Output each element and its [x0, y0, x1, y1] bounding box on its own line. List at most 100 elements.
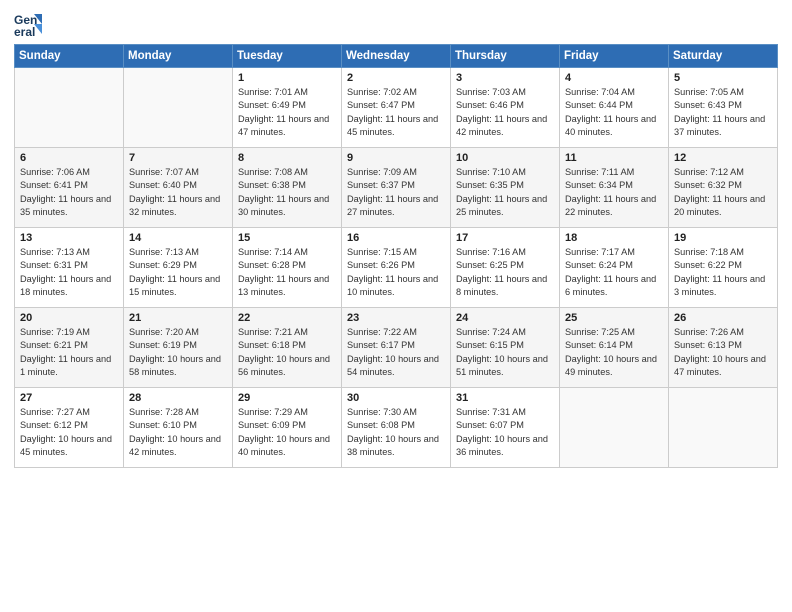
day-info: Sunrise: 7:20 AM Sunset: 6:19 PM Dayligh…	[129, 326, 227, 379]
day-info: Sunrise: 7:08 AM Sunset: 6:38 PM Dayligh…	[238, 166, 336, 219]
day-info: Sunrise: 7:31 AM Sunset: 6:07 PM Dayligh…	[456, 406, 554, 459]
day-info: Sunrise: 7:05 AM Sunset: 6:43 PM Dayligh…	[674, 86, 772, 139]
header: Gen eral	[14, 10, 778, 38]
weekday-row: SundayMondayTuesdayWednesdayThursdayFrid…	[15, 45, 778, 68]
day-info: Sunrise: 7:06 AM Sunset: 6:41 PM Dayligh…	[20, 166, 118, 219]
calendar-cell: 6 Sunrise: 7:06 AM Sunset: 6:41 PM Daylig…	[15, 148, 124, 228]
day-info: Sunrise: 7:14 AM Sunset: 6:28 PM Dayligh…	[238, 246, 336, 299]
day-number: 15	[238, 232, 336, 244]
calendar-cell: 13 Sunrise: 7:13 AM Sunset: 6:31 PM Dayli…	[15, 228, 124, 308]
day-number: 19	[674, 232, 772, 244]
day-number: 14	[129, 232, 227, 244]
day-number: 24	[456, 312, 554, 324]
day-number: 31	[456, 392, 554, 404]
day-info: Sunrise: 7:17 AM Sunset: 6:24 PM Dayligh…	[565, 246, 663, 299]
day-number: 18	[565, 232, 663, 244]
day-number: 3	[456, 72, 554, 84]
day-info: Sunrise: 7:16 AM Sunset: 6:25 PM Dayligh…	[456, 246, 554, 299]
day-number: 28	[129, 392, 227, 404]
day-number: 5	[674, 72, 772, 84]
calendar-cell: 18 Sunrise: 7:17 AM Sunset: 6:24 PM Dayli…	[560, 228, 669, 308]
calendar-cell: 21 Sunrise: 7:20 AM Sunset: 6:19 PM Dayli…	[124, 308, 233, 388]
day-info: Sunrise: 7:21 AM Sunset: 6:18 PM Dayligh…	[238, 326, 336, 379]
calendar-cell: 2Sunrise: 7:02 AM Sunset: 6:47 PM Daylig…	[342, 68, 451, 148]
day-info: Sunrise: 7:29 AM Sunset: 6:09 PM Dayligh…	[238, 406, 336, 459]
day-info: Sunrise: 7:27 AM Sunset: 6:12 PM Dayligh…	[20, 406, 118, 459]
calendar-cell: 10 Sunrise: 7:10 AM Sunset: 6:35 PM Dayli…	[451, 148, 560, 228]
day-info: Sunrise: 7:13 AM Sunset: 6:29 PM Dayligh…	[129, 246, 227, 299]
calendar-cell: 16 Sunrise: 7:15 AM Sunset: 6:26 PM Dayli…	[342, 228, 451, 308]
day-number: 26	[674, 312, 772, 324]
calendar-cell: 12Sunrise: 7:12 AM Sunset: 6:32 PM Dayli…	[669, 148, 778, 228]
day-info: Sunrise: 7:07 AM Sunset: 6:40 PM Dayligh…	[129, 166, 227, 219]
calendar-cell: 15 Sunrise: 7:14 AM Sunset: 6:28 PM Dayli…	[233, 228, 342, 308]
calendar-cell: 30 Sunrise: 7:30 AM Sunset: 6:08 PM Dayli…	[342, 388, 451, 468]
logo: Gen eral	[14, 10, 45, 38]
day-number: 13	[20, 232, 118, 244]
day-number: 16	[347, 232, 445, 244]
day-number: 9	[347, 152, 445, 164]
calendar-cell: 25Sunrise: 7:25 AM Sunset: 6:14 PM Dayli…	[560, 308, 669, 388]
day-number: 17	[456, 232, 554, 244]
weekday-header-thursday: Thursday	[451, 45, 560, 68]
day-info: Sunrise: 7:10 AM Sunset: 6:35 PM Dayligh…	[456, 166, 554, 219]
day-number: 6	[20, 152, 118, 164]
weekday-header-tuesday: Tuesday	[233, 45, 342, 68]
calendar-cell: 26 Sunrise: 7:26 AM Sunset: 6:13 PM Dayli…	[669, 308, 778, 388]
weekday-header-friday: Friday	[560, 45, 669, 68]
day-info: Sunrise: 7:26 AM Sunset: 6:13 PM Dayligh…	[674, 326, 772, 379]
weekday-header-sunday: Sunday	[15, 45, 124, 68]
day-number: 8	[238, 152, 336, 164]
calendar-cell: 5 Sunrise: 7:05 AM Sunset: 6:43 PM Daylig…	[669, 68, 778, 148]
day-info: Sunrise: 7:30 AM Sunset: 6:08 PM Dayligh…	[347, 406, 445, 459]
day-number: 4	[565, 72, 663, 84]
day-number: 10	[456, 152, 554, 164]
calendar-cell	[669, 388, 778, 468]
day-info: Sunrise: 7:22 AM Sunset: 6:17 PM Dayligh…	[347, 326, 445, 379]
calendar-cell: 27 Sunrise: 7:27 AM Sunset: 6:12 PM Dayli…	[15, 388, 124, 468]
weekday-header-wednesday: Wednesday	[342, 45, 451, 68]
calendar-cell: 22 Sunrise: 7:21 AM Sunset: 6:18 PM Dayli…	[233, 308, 342, 388]
day-number: 7	[129, 152, 227, 164]
day-info: Sunrise: 7:18 AM Sunset: 6:22 PM Dayligh…	[674, 246, 772, 299]
calendar-table: SundayMondayTuesdayWednesdayThursdayFrid…	[14, 44, 778, 468]
calendar-cell: 4Sunrise: 7:04 AM Sunset: 6:44 PM Daylig…	[560, 68, 669, 148]
calendar-body: 1 Sunrise: 7:01 AM Sunset: 6:49 PM Daylig…	[15, 68, 778, 468]
day-info: Sunrise: 7:03 AM Sunset: 6:46 PM Dayligh…	[456, 86, 554, 139]
weekday-header-monday: Monday	[124, 45, 233, 68]
day-number: 23	[347, 312, 445, 324]
calendar-week-1: 1 Sunrise: 7:01 AM Sunset: 6:49 PM Daylig…	[15, 68, 778, 148]
day-info: Sunrise: 7:02 AM Sunset: 6:47 PM Dayligh…	[347, 86, 445, 139]
calendar-page: Gen eral SundayMondayTuesdayWednesdayThu…	[0, 0, 792, 612]
calendar-week-5: 27 Sunrise: 7:27 AM Sunset: 6:12 PM Dayli…	[15, 388, 778, 468]
day-info: Sunrise: 7:13 AM Sunset: 6:31 PM Dayligh…	[20, 246, 118, 299]
calendar-cell: 11Sunrise: 7:11 AM Sunset: 6:34 PM Dayli…	[560, 148, 669, 228]
svg-text:eral: eral	[14, 25, 35, 38]
calendar-cell: 7 Sunrise: 7:07 AM Sunset: 6:40 PM Daylig…	[124, 148, 233, 228]
day-number: 21	[129, 312, 227, 324]
day-info: Sunrise: 7:01 AM Sunset: 6:49 PM Dayligh…	[238, 86, 336, 139]
calendar-cell: 20 Sunrise: 7:19 AM Sunset: 6:21 PM Dayli…	[15, 308, 124, 388]
calendar-cell: 1 Sunrise: 7:01 AM Sunset: 6:49 PM Daylig…	[233, 68, 342, 148]
calendar-cell: 23 Sunrise: 7:22 AM Sunset: 6:17 PM Dayli…	[342, 308, 451, 388]
calendar-week-4: 20 Sunrise: 7:19 AM Sunset: 6:21 PM Dayli…	[15, 308, 778, 388]
day-info: Sunrise: 7:15 AM Sunset: 6:26 PM Dayligh…	[347, 246, 445, 299]
calendar-cell: 28 Sunrise: 7:28 AM Sunset: 6:10 PM Dayli…	[124, 388, 233, 468]
logo-icon: Gen eral	[14, 10, 42, 38]
calendar-cell: 24Sunrise: 7:24 AM Sunset: 6:15 PM Dayli…	[451, 308, 560, 388]
day-number: 27	[20, 392, 118, 404]
day-number: 30	[347, 392, 445, 404]
calendar-cell: 8 Sunrise: 7:08 AM Sunset: 6:38 PM Daylig…	[233, 148, 342, 228]
calendar-header: SundayMondayTuesdayWednesdayThursdayFrid…	[15, 45, 778, 68]
weekday-header-saturday: Saturday	[669, 45, 778, 68]
day-number: 22	[238, 312, 336, 324]
day-info: Sunrise: 7:19 AM Sunset: 6:21 PM Dayligh…	[20, 326, 118, 379]
day-info: Sunrise: 7:28 AM Sunset: 6:10 PM Dayligh…	[129, 406, 227, 459]
day-number: 25	[565, 312, 663, 324]
day-number: 1	[238, 72, 336, 84]
day-number: 20	[20, 312, 118, 324]
day-info: Sunrise: 7:11 AM Sunset: 6:34 PM Dayligh…	[565, 166, 663, 219]
calendar-cell: 9Sunrise: 7:09 AM Sunset: 6:37 PM Daylig…	[342, 148, 451, 228]
calendar-cell	[560, 388, 669, 468]
calendar-week-3: 13 Sunrise: 7:13 AM Sunset: 6:31 PM Dayli…	[15, 228, 778, 308]
